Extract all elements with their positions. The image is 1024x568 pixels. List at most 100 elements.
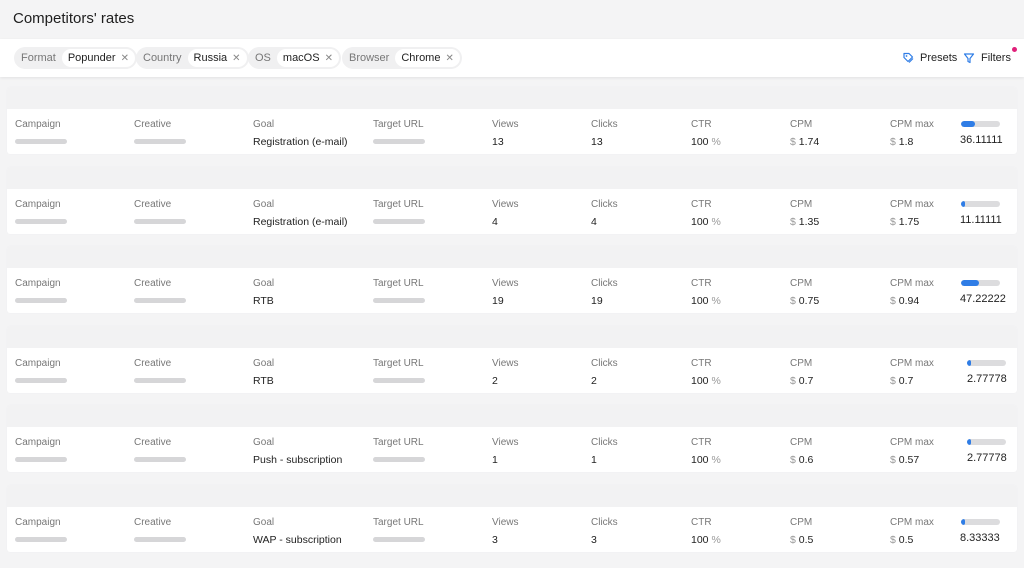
filter-value-text: Popunder [67, 52, 116, 64]
score-progress-fill [967, 439, 971, 445]
cpm-value: $ 0.75 [790, 295, 819, 307]
cpm-max-value: $ 0.5 [890, 534, 934, 546]
views-value: 2 [492, 375, 498, 387]
cpm-value: $ 0.6 [790, 454, 813, 466]
cpm-cell: CPM $ 1.35 [790, 199, 819, 228]
close-icon[interactable]: ✕ [121, 53, 129, 64]
page-title: Competitors' rates [13, 10, 135, 27]
score-value: 8.33333 [960, 532, 1000, 544]
close-icon[interactable]: ✕ [232, 53, 240, 64]
target-url-cell: Target URL [373, 199, 425, 224]
filters-label: Filters [981, 52, 1011, 64]
creative-cell: Creative [134, 517, 186, 542]
clicks-cell: Clicks 1 [591, 437, 618, 466]
cpm-label: CPM [790, 119, 813, 130]
score-progress-fill [961, 519, 965, 525]
target-url-label: Target URL [373, 199, 424, 210]
filter-chip-browser[interactable]: Browser Chrome ✕ [342, 47, 462, 69]
campaign-redacted [15, 139, 67, 144]
percent-unit: % [711, 136, 721, 148]
score-cell: 47.22222 [959, 280, 1006, 305]
result-card[interactable]: Campaign Creative Goal Registration (e-m… [7, 87, 1017, 154]
campaign-redacted [15, 537, 67, 542]
presets-button[interactable]: Presets [902, 51, 957, 65]
campaign-cell: Campaign [15, 278, 67, 303]
currency-unit: $ [890, 216, 896, 228]
clicks-value: 1 [591, 454, 597, 466]
filter-value-text: macOS [282, 52, 320, 64]
campaign-label: Campaign [15, 199, 61, 210]
views-label: Views [492, 199, 519, 210]
card-header [7, 326, 1017, 348]
currency-unit: $ [790, 295, 796, 307]
target-url-redacted [373, 219, 425, 224]
filter-bar: Format Popunder ✕ Country Russia ✕ OS ma… [0, 39, 1024, 77]
filter-value: Popunder ✕ [61, 49, 135, 67]
result-card[interactable]: Campaign Creative Goal RTB Target URL Vi… [7, 246, 1017, 313]
creative-redacted [134, 219, 186, 224]
cpm-label: CPM [790, 517, 813, 528]
cpm-max-value: $ 1.75 [890, 216, 934, 228]
target-url-label: Target URL [373, 278, 424, 289]
score-cell: 36.11111 [959, 121, 1003, 146]
result-card[interactable]: Campaign Creative Goal Registration (e-m… [7, 167, 1017, 234]
ctr-number: 100 [691, 136, 709, 148]
goal-label: Goal [253, 119, 275, 130]
notification-dot [1011, 47, 1017, 52]
cpm-cell: CPM $ 0.7 [790, 358, 813, 387]
clicks-cell: Clicks 19 [591, 278, 618, 307]
goal-value: Registration (e-mail) [253, 136, 348, 148]
cpm-label: CPM [790, 358, 813, 369]
filter-key: OS [255, 52, 271, 64]
result-card[interactable]: Campaign Creative Goal RTB Target URL Vi… [7, 326, 1017, 393]
score-cell: 2.77778 [959, 439, 1007, 464]
result-card[interactable]: Campaign Creative Goal WAP - subscriptio… [7, 485, 1017, 552]
views-value: 4 [492, 216, 498, 228]
cpm-value: $ 1.35 [790, 216, 819, 228]
cpm-max-cell: CPM max $ 1.75 [890, 199, 934, 228]
views-label: Views [492, 358, 519, 369]
campaign-label: Campaign [15, 517, 61, 528]
target-url-redacted [373, 378, 425, 383]
percent-unit: % [711, 295, 721, 307]
clicks-label: Clicks [591, 358, 618, 369]
clicks-cell: Clicks 4 [591, 199, 618, 228]
close-icon[interactable]: ✕ [325, 53, 333, 64]
cpm-max-number: 0.5 [898, 534, 914, 546]
currency-unit: $ [790, 375, 796, 387]
ctr-cell: CTR 100 % [691, 278, 721, 307]
score-progress-bar [967, 439, 1006, 445]
ctr-number: 100 [691, 534, 709, 546]
filter-chip-os[interactable]: OS macOS ✕ [248, 47, 341, 69]
goal-cell: Goal WAP - subscription [253, 517, 342, 546]
currency-unit: $ [790, 136, 796, 148]
cpm-max-value: $ 0.7 [890, 375, 934, 387]
creative-label: Creative [134, 278, 172, 289]
creative-label: Creative [134, 358, 172, 369]
filter-chip-country[interactable]: Country Russia ✕ [136, 47, 249, 69]
views-cell: Views 3 [492, 517, 519, 546]
ctr-value: 100 % [691, 534, 721, 546]
filters-button[interactable]: Filters [963, 47, 1017, 65]
close-icon[interactable]: ✕ [445, 53, 453, 64]
views-label: Views [492, 517, 519, 528]
percent-unit: % [711, 375, 721, 387]
creative-redacted [134, 457, 186, 462]
presets-icon [903, 52, 914, 63]
ctr-label: CTR [691, 278, 712, 289]
result-card[interactable]: Campaign Creative Goal Push - subscripti… [7, 405, 1017, 472]
filter-key: Format [21, 52, 56, 64]
filter-chip-format[interactable]: Format Popunder ✕ [14, 47, 137, 69]
cpm-value: $ 0.5 [790, 534, 813, 546]
score-cell: 8.33333 [959, 519, 1000, 544]
creative-cell: Creative [134, 358, 186, 383]
currency-unit: $ [890, 295, 896, 307]
goal-label: Goal [253, 278, 275, 289]
percent-unit: % [711, 534, 721, 546]
cpm-cell: CPM $ 0.5 [790, 517, 813, 546]
ctr-cell: CTR 100 % [691, 199, 721, 228]
target-url-redacted [373, 298, 425, 303]
cpm-max-label: CPM max [890, 517, 934, 528]
creative-redacted [134, 378, 186, 383]
cpm-max-cell: CPM max $ 0.94 [890, 278, 934, 307]
